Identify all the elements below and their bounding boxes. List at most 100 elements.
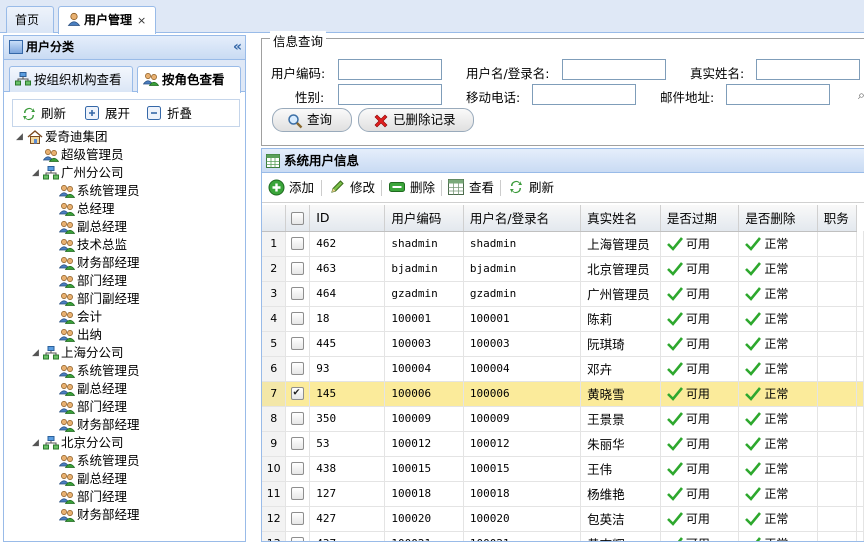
tab-by-organization[interactable]: 按组织机构查看: [9, 66, 133, 92]
tree-node-role[interactable]: 会计: [58, 308, 102, 326]
select-all-checkbox[interactable]: [291, 212, 305, 226]
tree-node-role[interactable]: 财务部经理: [58, 506, 140, 524]
tree-node-role[interactable]: 系统管理员: [58, 452, 140, 470]
tab-home[interactable]: 首页: [6, 6, 54, 33]
row-checkbox[interactable]: [291, 487, 305, 501]
tree-node-role[interactable]: 财务部经理: [58, 416, 140, 434]
row-checkbox[interactable]: [291, 337, 305, 351]
row-checkbox[interactable]: [291, 537, 305, 541]
edit-button[interactable]: 修改: [329, 179, 375, 197]
collapse-tree-button[interactable]: 折叠: [147, 105, 192, 123]
table-row[interactable]: 7145100006100006黄晓雪可用正常: [262, 381, 864, 407]
search-button[interactable]: 查询: [272, 108, 352, 132]
table-row[interactable]: 11 127 100018 100018 杨维艳 可用 正常: [262, 481, 864, 507]
column-header-real-name[interactable]: 真实姓名: [580, 205, 661, 232]
row-checkbox[interactable]: [291, 237, 305, 251]
cell-extra: [856, 481, 864, 507]
table-row[interactable]: 5 445 100003 100003 阮琪琦 可用 正常: [262, 331, 864, 357]
table-row[interactable]: 3 464 gzadmin gzadmin 广州管理员 可用 正常: [262, 281, 864, 307]
row-select-cell[interactable]: [285, 481, 311, 507]
view-button[interactable]: 查看: [448, 179, 494, 197]
email-input[interactable]: [726, 84, 830, 105]
table-row[interactable]: 12 427 100020 100020 包英洁 可用 正常: [262, 506, 864, 532]
table-row[interactable]: 4 18 100001 100001 陈莉 可用 正常: [262, 306, 864, 332]
table-row[interactable]: 9 53 100012 100012 朱丽华 可用 正常: [262, 431, 864, 457]
tree-node-branch[interactable]: 上海分公司: [43, 344, 124, 362]
tree-toggle-icon[interactable]: ◢: [32, 438, 39, 448]
table-row[interactable]: 13437100021100021黄志辉可用正常: [262, 531, 864, 541]
row-checkbox[interactable]: [291, 312, 305, 326]
row-select-cell[interactable]: [285, 531, 311, 541]
cell-expired: 可用: [660, 431, 740, 457]
tree-node-role[interactable]: 出纳: [58, 326, 102, 344]
tree-node-role[interactable]: 副总经理: [58, 218, 127, 236]
table-row[interactable]: 2 463 bjadmin bjadmin 北京管理员 可用 正常: [262, 256, 864, 282]
add-button[interactable]: 添加: [268, 179, 314, 197]
table-row[interactable]: 1 462 shadmin shadmin 上海管理员 可用 正常: [262, 231, 864, 257]
row-select-cell[interactable]: [285, 406, 311, 432]
cell-real-name: 黄晓雪: [580, 381, 661, 407]
row-checkbox[interactable]: [291, 262, 305, 276]
table-row[interactable]: 8 350 100009 100009 王景景 可用 正常: [262, 406, 864, 432]
tree-node-role[interactable]: 副总经理: [58, 470, 127, 488]
user-code-input[interactable]: [338, 59, 442, 80]
tree-node-role[interactable]: 超级管理员: [42, 146, 124, 164]
column-header-login-name[interactable]: 用户名/登录名: [463, 205, 582, 232]
refresh-tree-button[interactable]: 刷新: [21, 105, 66, 123]
column-header-deleted[interactable]: 是否删除: [738, 205, 818, 232]
column-header-id[interactable]: ID: [309, 205, 386, 232]
tree-node-role[interactable]: 技术总监: [58, 236, 127, 254]
tree-node-role[interactable]: 副总经理: [58, 380, 127, 398]
row-checkbox[interactable]: [291, 287, 305, 301]
tree-toggle-icon[interactable]: ◢: [16, 132, 23, 142]
tree-toggle-icon[interactable]: ◢: [32, 348, 39, 358]
realname-input[interactable]: [756, 59, 860, 80]
row-select-cell[interactable]: [285, 356, 311, 382]
collapse-panel-icon[interactable]: «: [233, 36, 242, 59]
tree-toggle-icon[interactable]: ◢: [32, 168, 39, 178]
column-header-position[interactable]: 职务: [817, 205, 858, 232]
row-checkbox[interactable]: [291, 412, 305, 426]
tab-user-management[interactable]: 用户管理 ×: [58, 6, 156, 34]
deleted-records-button[interactable]: 已删除记录: [358, 108, 474, 132]
row-select-cell[interactable]: [285, 431, 311, 457]
tree-node-branch[interactable]: 广州分公司: [43, 164, 124, 182]
tree-node-branch[interactable]: 北京分公司: [43, 434, 124, 452]
tree-node-root[interactable]: 爱奇迪集团: [27, 128, 108, 146]
gender-input[interactable]: [338, 84, 442, 105]
tree-node-role[interactable]: 部门经理: [58, 488, 127, 506]
delete-button[interactable]: 删除: [389, 179, 435, 197]
row-checkbox[interactable]: [291, 462, 305, 476]
refresh-grid-button[interactable]: 刷新: [508, 179, 554, 197]
username-input[interactable]: [562, 59, 666, 80]
select-all-header[interactable]: [285, 205, 311, 232]
tree-node-role[interactable]: 系统管理员: [58, 182, 140, 200]
tree-node-role[interactable]: 部门经理: [58, 398, 127, 416]
row-select-cell[interactable]: [285, 506, 311, 532]
mobile-input[interactable]: [532, 84, 636, 105]
column-header-expired[interactable]: 是否过期: [660, 205, 740, 232]
row-select-cell[interactable]: [285, 281, 311, 307]
row-checkbox[interactable]: [291, 385, 305, 401]
tree-node-role[interactable]: 系统管理员: [58, 362, 140, 380]
table-row[interactable]: 10 438 100015 100015 王伟 可用 正常: [262, 456, 864, 482]
column-header-user-code[interactable]: 用户编码: [384, 205, 464, 232]
close-icon[interactable]: ×: [137, 14, 146, 27]
row-select-cell[interactable]: [285, 381, 311, 407]
tree-node-role[interactable]: 总经理: [58, 200, 115, 218]
tree-node-role[interactable]: 部门副经理: [58, 290, 140, 308]
row-checkbox[interactable]: [291, 512, 305, 526]
row-select-cell[interactable]: [285, 456, 311, 482]
table-row[interactable]: 6 93 100004 100004 邓卉 可用 正常: [262, 356, 864, 382]
row-select-cell[interactable]: [285, 331, 311, 357]
tab-by-role[interactable]: 按角色查看: [137, 66, 241, 93]
row-select-cell[interactable]: [285, 306, 311, 332]
tree-toolbar: 刷新 展开 折叠: [12, 99, 240, 127]
row-select-cell[interactable]: [285, 256, 311, 282]
row-checkbox[interactable]: [291, 362, 305, 376]
tree-node-role[interactable]: 部门经理: [58, 272, 127, 290]
row-select-cell[interactable]: [285, 231, 311, 257]
row-checkbox[interactable]: [291, 437, 305, 451]
expand-tree-button[interactable]: 展开: [85, 105, 130, 123]
tree-node-role[interactable]: 财务部经理: [58, 254, 140, 272]
